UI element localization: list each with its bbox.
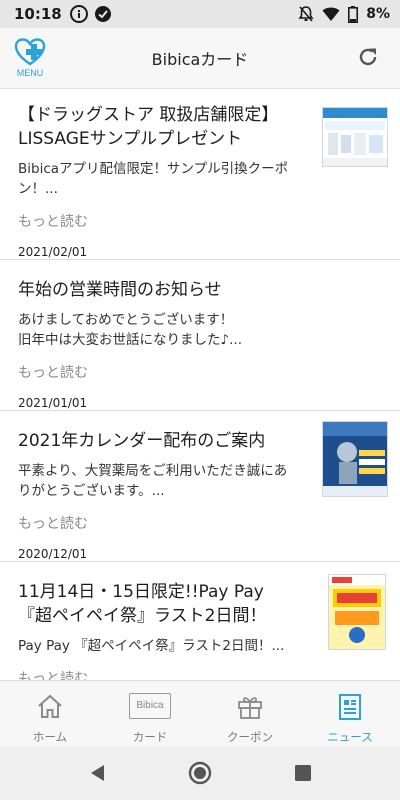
news-excerpt: Bibicaアプリ配信限定！サンプル引換クーポン！... (18, 161, 289, 197)
news-thumbnail (322, 107, 388, 167)
news-excerpt: Pay Pay 『超ペイペイ祭』ラスト2日間！... (18, 638, 285, 654)
status-time: 10:18 (14, 5, 62, 23)
recents-icon[interactable] (294, 764, 312, 782)
refresh-icon[interactable] (356, 45, 380, 69)
news-title: 【ドラッグストア 取扱店舗限定】LISSAGEサンプルプレゼント (18, 105, 279, 149)
info-icon (69, 5, 88, 23)
wifi-icon (322, 7, 340, 21)
system-navigation-bar (0, 746, 400, 800)
tab-coupon[interactable]: クーポン (200, 681, 300, 747)
news-item[interactable]: 11月14日・15日限定!!Pay Pay 『超ペイペイ祭』ラスト2日間！ Pa… (0, 562, 400, 680)
news-excerpt: あけましておめでとうございます！ 旧年中は大変お世話になりました♪... (18, 312, 242, 348)
app-header: MENU Bibicaカード (0, 28, 400, 89)
read-more-link[interactable]: もっと読む (18, 362, 382, 382)
read-more-link[interactable]: もっと読む (18, 513, 300, 533)
news-date: 2021/01/01 (18, 396, 88, 410)
news-date: 2021/02/01 (18, 245, 88, 259)
news-title: 2021年カレンダー配布のご案内 (18, 431, 266, 451)
battery-icon (348, 5, 359, 23)
back-icon[interactable] (88, 763, 106, 783)
gift-icon (238, 697, 262, 719)
tab-label: カード (132, 730, 168, 744)
news-title: 11月14日・15日限定!!Pay Pay 『超ペイペイ祭』ラスト2日間！ (18, 582, 267, 626)
paypay-thumbnail-image (329, 575, 385, 649)
tab-label: クーポン (227, 730, 273, 744)
status-bar: 10:18 8% (0, 0, 400, 28)
tab-label: ホーム (32, 730, 68, 744)
bottom-navigation: ホーム Bibica カード クーポン ニュース (0, 680, 400, 747)
news-excerpt: 平素より、大賀薬局をご利用いただき誠にありがとうございます。... (18, 463, 288, 499)
check-circle-icon (94, 6, 111, 22)
news-item[interactable]: 2021年カレンダー配布のご案内 平素より、大賀薬局をご利用いただき誠にありがと… (0, 411, 400, 562)
home-circle-icon[interactable] (188, 761, 212, 785)
card-icon-text: Bibica (136, 700, 164, 711)
battery-percent: 8% (366, 6, 390, 22)
news-list: 【ドラッグストア 取扱店舗限定】LISSAGEサンプルプレゼント Bibicaア… (0, 89, 400, 680)
news-item[interactable]: 年始の営業時間のお知らせ あけましておめでとうございます！ 旧年中は大変お世話に… (0, 260, 400, 411)
coupon-thumbnail-image (323, 108, 387, 166)
tab-label: ニュース (327, 730, 373, 744)
news-thumbnail (322, 421, 388, 497)
status-left-icons (69, 5, 112, 23)
read-more-link[interactable]: もっと読む (18, 668, 300, 680)
news-date: 2020/12/01 (18, 547, 88, 561)
news-icon (339, 694, 361, 720)
news-thumbnail (328, 574, 386, 650)
card-icon: Bibica (129, 693, 171, 719)
tab-news[interactable]: ニュース (300, 681, 400, 747)
calendar-thumbnail-image (323, 422, 387, 496)
home-icon (38, 694, 62, 718)
tab-home[interactable]: ホーム (0, 681, 100, 747)
news-title: 年始の営業時間のお知らせ (18, 280, 222, 300)
news-item[interactable]: 【ドラッグストア 取扱店舗限定】LISSAGEサンプルプレゼント Bibicaア… (0, 89, 400, 260)
page-title: Bibicaカード (151, 50, 249, 69)
read-more-link[interactable]: もっと読む (18, 211, 300, 231)
status-right-icons: 8% (298, 5, 390, 23)
notifications-off-icon (298, 6, 314, 22)
tab-card[interactable]: Bibica カード (100, 681, 200, 747)
